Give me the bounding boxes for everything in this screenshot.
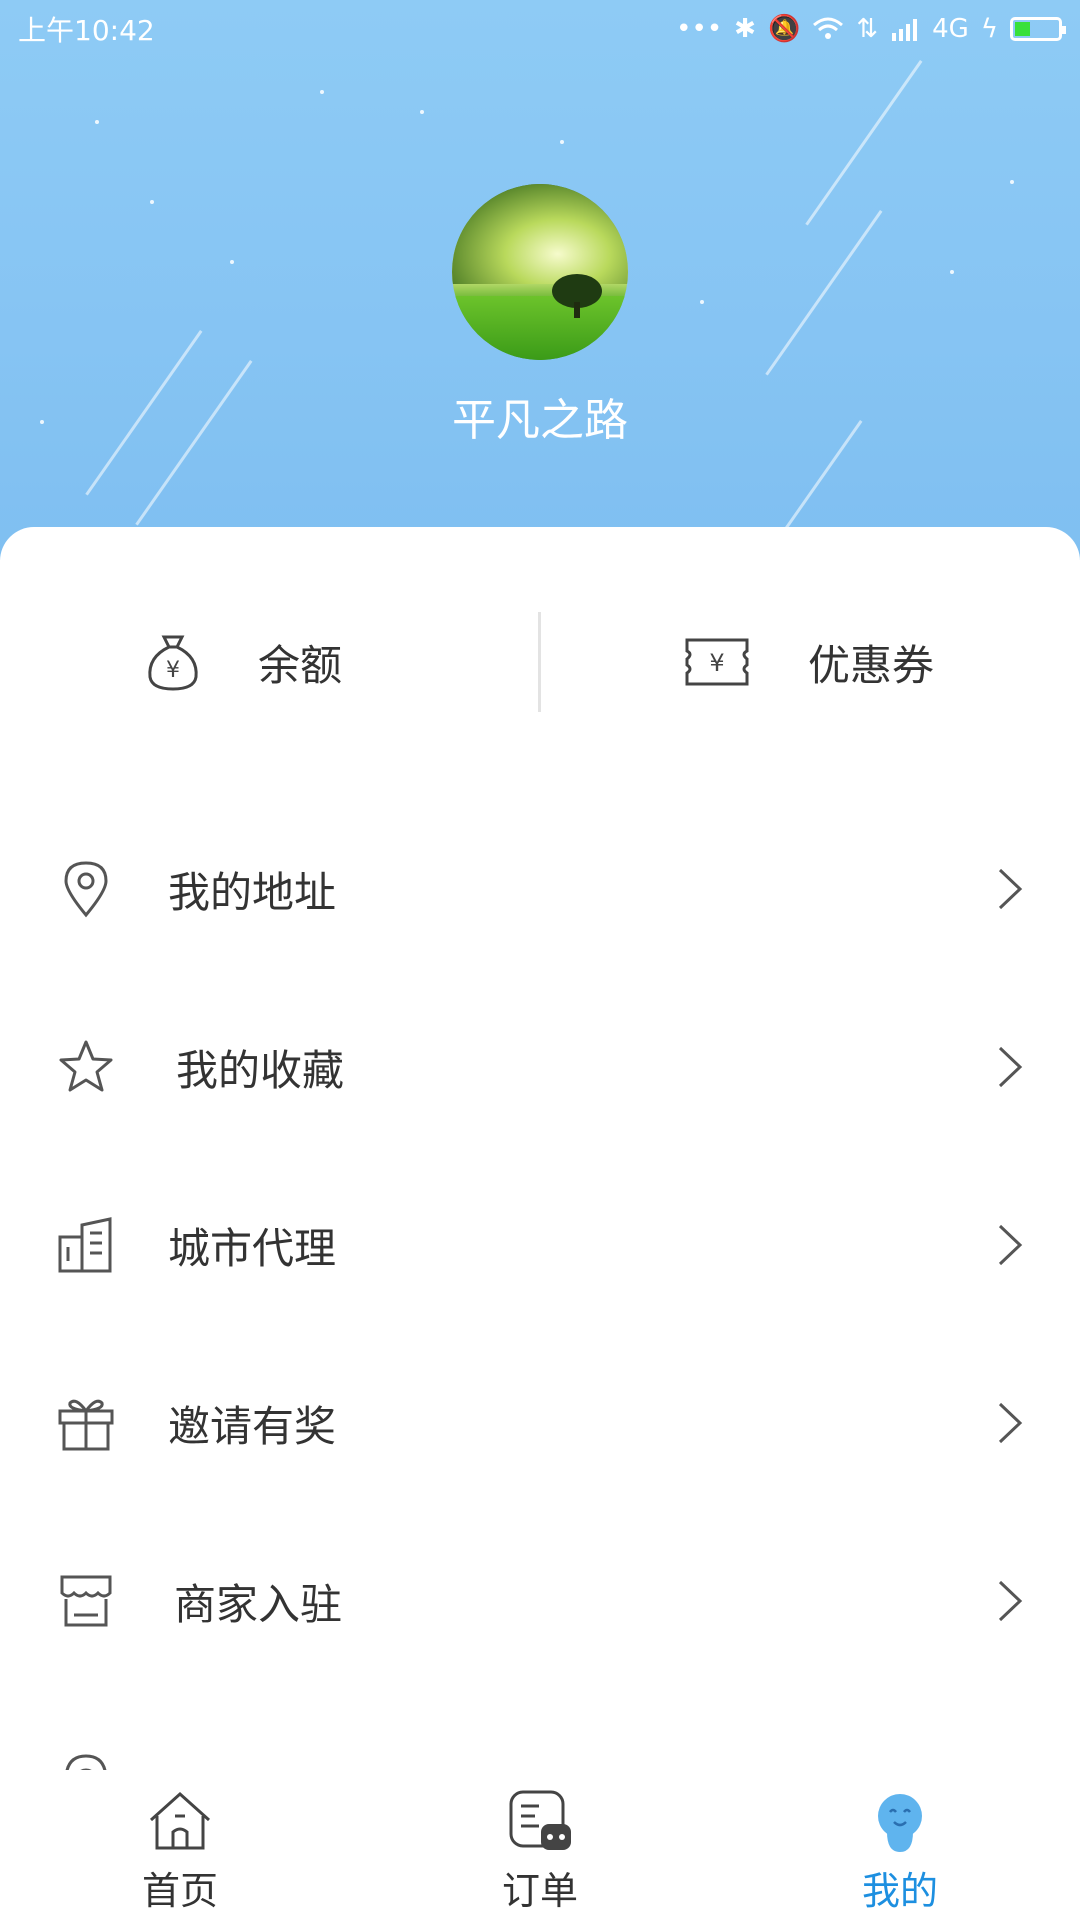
decorative-dot [560,140,564,144]
status-icons: ••• ✱ 🔕 ⇅ 4G ϟ [676,14,1066,44]
home-icon [149,1791,211,1850]
balance-button[interactable]: ¥ 余额 [144,607,342,717]
battery-icon [1010,17,1066,41]
menu-item-label: 商家入驻 [174,1579,343,1629]
decorative-dot [320,90,324,94]
status-time: 上午10:42 [18,14,155,47]
menu-item-merchant[interactable]: 商家入驻 [0,1512,1080,1690]
username[interactable]: 平凡之路 [0,384,1080,448]
location-pin-icon [64,861,108,918]
avatar[interactable] [452,184,628,360]
network-type: 4G [932,14,969,44]
charging-icon: ϟ [980,14,998,44]
status-bar: 上午10:42 ••• ✱ 🔕 ⇅ 4G ϟ [0,0,1080,58]
decorative-dot [230,260,234,264]
decorative-dot [95,120,99,124]
data-arrows-icon: ⇅ [856,14,879,44]
tab-home[interactable]: 首页 [0,1770,360,1920]
building-icon [58,1217,112,1273]
decorative-streak [765,210,883,376]
chevron-right-icon [998,1580,1023,1622]
store-icon [60,1575,112,1627]
bottom-nav: 首页 订单 我的 [0,1770,1080,1920]
menu-item-partial[interactable] [0,1690,1080,1770]
signal-icon [892,19,918,41]
chevron-right-icon [998,1402,1023,1444]
profile-face-icon [878,1794,922,1852]
tab-mine-label: 我的 [861,1869,938,1913]
svg-text:¥: ¥ [709,649,724,677]
menu-item-label: 我的收藏 [176,1045,345,1095]
chevron-right-icon [998,1046,1023,1088]
menu-item-address[interactable]: 我的地址 [0,800,1080,978]
more-dots-icon: ••• [676,14,723,44]
avatar-ground [452,296,628,360]
money-bag-icon: ¥ [148,635,198,691]
order-icon [509,1790,571,1850]
avatar-tree-trunk [574,302,580,318]
star-icon [59,1040,113,1092]
menu-item-favorites[interactable]: 我的收藏 [0,978,1080,1156]
profile-header: 上午10:42 ••• ✱ 🔕 ⇅ 4G ϟ 平凡之路 [0,0,1080,560]
decorative-streak [805,60,923,226]
menu-item-label: 城市代理 [168,1223,337,1273]
gift-icon [58,1399,114,1451]
chevron-right-icon [998,1224,1023,1266]
wifi-icon [813,17,844,39]
menu-item-label: 我的地址 [168,867,337,917]
tab-orders[interactable]: 订单 [360,1770,720,1920]
decorative-dot [950,270,954,274]
bluetooth-icon: ✱ [734,14,756,44]
decorative-dot [150,200,154,204]
decorative-dot [420,110,424,114]
chevron-right-icon [998,868,1023,910]
tab-mine[interactable]: 我的 [720,1770,1080,1920]
headset-icon [65,1754,107,1770]
avatar-sky [452,184,628,284]
coupon-button[interactable]: ¥ 优惠券 [684,607,934,717]
coupon-label: 优惠券 [808,640,935,690]
decorative-dot [1010,180,1014,184]
battery-level [1015,22,1030,36]
svg-text:¥: ¥ [166,658,180,683]
menu-item-label: 邀请有奖 [168,1401,337,1451]
quick-actions-divider [538,612,541,712]
balance-label: 余额 [258,640,343,690]
menu-item-city-agent[interactable]: 城市代理 [0,1156,1080,1334]
tab-home-label: 首页 [141,1869,218,1913]
menu-item-invite[interactable]: 邀请有奖 [0,1334,1080,1512]
mute-bell-icon: 🔕 [767,14,801,44]
profile-card: ¥ 余额 ¥ 优惠券 我的地址 我的收藏 城市代理 邀请有奖 商家入驻 [0,527,1080,1770]
coupon-icon: ¥ [685,638,749,686]
decorative-dot [700,300,704,304]
tab-orders-label: 订单 [501,1869,578,1913]
